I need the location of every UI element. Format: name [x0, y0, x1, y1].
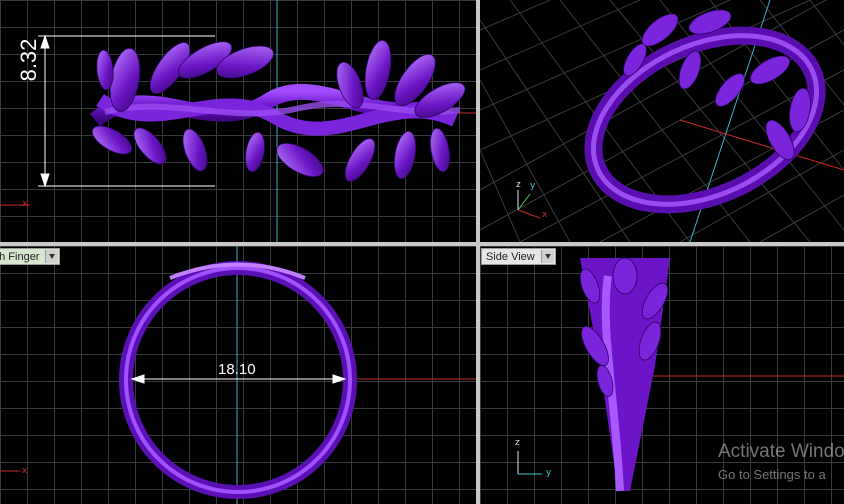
viewport-through-finger[interactable]: gh Finger 18.10 x	[0, 246, 476, 504]
leaves-perspective	[623, 9, 811, 161]
chevron-down-icon[interactable]	[540, 250, 554, 263]
y-axis-label: y	[546, 468, 552, 478]
x-axis-label: x	[22, 466, 28, 476]
viewport-view-dropdown[interactable]: Side View	[481, 248, 556, 265]
side-view-canvas	[517, 257, 844, 492]
viewport-view-dropdown[interactable]: gh Finger	[0, 248, 61, 265]
ring-circle	[119, 261, 357, 499]
chevron-down-icon[interactable]	[45, 250, 59, 263]
diameter-dimension-value: 18.10	[218, 361, 256, 378]
axis-gizmo	[517, 451, 542, 475]
viewport-perspective[interactable]: z y x	[480, 0, 844, 242]
z-axis-label: z	[516, 180, 521, 190]
axis-gizmo	[517, 190, 541, 219]
viewport-view-label: gh Finger	[0, 251, 40, 263]
activation-watermark-title: Activate Windo	[718, 441, 844, 462]
viewport-view-label: Side View	[486, 251, 535, 263]
viewport-front[interactable]: 8.32 x	[0, 0, 476, 242]
perspective-canvas	[480, 0, 844, 242]
x-axis-label: x	[22, 199, 28, 209]
activation-watermark-subtitle: Go to Settings to a	[718, 467, 826, 482]
front-view-canvas	[0, 0, 476, 242]
y-axis-label: y	[530, 181, 536, 191]
height-dimension-value: 8.32	[16, 38, 41, 82]
viewport-side[interactable]: Side View z y Activate Windo Go to Setti…	[480, 246, 844, 504]
x-axis-label: x	[542, 210, 548, 220]
z-axis-label: z	[515, 438, 520, 448]
